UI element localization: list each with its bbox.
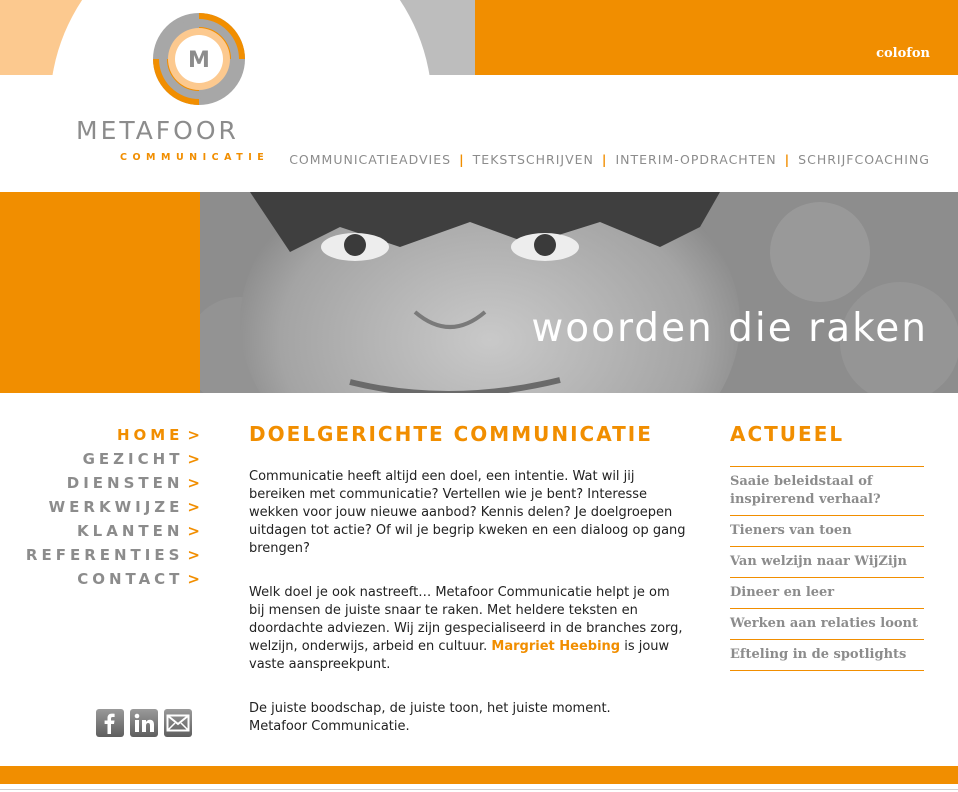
nav-item-referenties[interactable]: REFERENTIES > bbox=[0, 546, 200, 570]
top-nav-separator: | bbox=[784, 152, 791, 167]
nav-item-werkwijze[interactable]: WERKWIJZE > bbox=[0, 498, 200, 522]
social-links bbox=[96, 709, 192, 737]
nav-item-label: HOME bbox=[116, 426, 184, 444]
colofon-link[interactable]: colofon bbox=[876, 46, 930, 61]
news-item[interactable]: Efteling in de spotlights bbox=[730, 639, 924, 671]
nav-arrow-icon: > bbox=[187, 498, 200, 516]
facebook-button[interactable] bbox=[96, 709, 124, 737]
hero-banner: woorden die raken bbox=[0, 192, 958, 393]
top-navigation: COMMUNICATIEADVIES | TEKSTSCHRIJVEN | IN… bbox=[289, 152, 930, 167]
hero-face-illustration bbox=[200, 192, 958, 393]
news-title: ACTUEEL bbox=[730, 422, 845, 446]
hero-tagline: woorden die raken bbox=[531, 306, 928, 351]
intro-paragraph: Communicatie heeft altijd een doel, een … bbox=[249, 469, 686, 556]
nav-arrow-icon: > bbox=[187, 546, 200, 564]
nav-item-label: REFERENTIES bbox=[25, 546, 184, 564]
top-nav-separator: | bbox=[601, 152, 608, 167]
page-title: DOELGERICHTE COMMUNICATIE bbox=[249, 422, 653, 446]
top-nav-communicatieadvies[interactable]: COMMUNICATIEADVIES bbox=[289, 152, 451, 167]
logo-letter: M bbox=[188, 48, 210, 73]
top-nav-separator: | bbox=[459, 152, 465, 167]
mail-button[interactable] bbox=[164, 709, 192, 737]
nav-item-label: DIENSTEN bbox=[66, 474, 184, 492]
main-navigation: HOME > GEZICHT > DIENSTEN > WERKWIJZE > KLAN… bbox=[0, 426, 200, 594]
top-nav-interim-opdrachten[interactable]: INTERIM-OPDRACHTEN bbox=[615, 152, 776, 167]
header-band-orange bbox=[475, 0, 958, 75]
main-content: DOELGERICHTE COMMUNICATIE Communicatie h… bbox=[249, 420, 689, 762]
footer-divider bbox=[0, 789, 958, 790]
nav-item-home[interactable]: HOME > bbox=[0, 426, 200, 450]
top-nav-schrijfcoaching[interactable]: SCHRIJFCOACHING bbox=[798, 152, 930, 167]
news-item[interactable]: Tieners van toen bbox=[730, 515, 924, 546]
nav-arrow-icon: > bbox=[187, 426, 200, 444]
closing-paragraph: De juiste boodschap, de juiste toon, het… bbox=[249, 700, 689, 736]
nav-arrow-icon: > bbox=[187, 474, 200, 492]
top-nav-tekstschrijven[interactable]: TEKSTSCHRIJVEN bbox=[473, 152, 594, 167]
nav-item-label: WERKWIJZE bbox=[48, 498, 184, 516]
nav-item-diensten[interactable]: DIENSTEN > bbox=[0, 474, 200, 498]
header-banner bbox=[0, 0, 958, 75]
logo-subtitle: COMMUNICATIE bbox=[120, 152, 270, 163]
services-paragraph: Welk doel je ook nastreeft… Metafoor Com… bbox=[249, 584, 689, 674]
hero-orange-block bbox=[0, 192, 200, 393]
metafoor-logo-icon[interactable]: M bbox=[152, 12, 246, 106]
logo-name: METAFOOR bbox=[76, 116, 239, 145]
news-item[interactable]: Werken aan relaties loont bbox=[730, 608, 924, 639]
news-sidebar: ACTUEEL Saaie beleidstaal of inspirerend… bbox=[730, 420, 924, 671]
nav-item-gezicht[interactable]: GEZICHT > bbox=[0, 450, 200, 474]
nav-arrow-icon: > bbox=[187, 522, 200, 540]
linkedin-button[interactable] bbox=[130, 709, 158, 737]
closing-line-1: De juiste boodschap, de juiste toon, het… bbox=[249, 701, 611, 716]
nav-arrow-icon: > bbox=[187, 450, 200, 468]
nav-arrow-icon: > bbox=[187, 570, 200, 588]
nav-item-contact[interactable]: CONTACT > bbox=[0, 570, 200, 594]
facebook-icon bbox=[104, 713, 115, 734]
news-item[interactable]: Dineer en leer bbox=[730, 577, 924, 608]
news-item[interactable]: Saaie beleidstaal of inspirerend verhaal… bbox=[730, 466, 924, 515]
closing-line-2: Metafoor Communicatie. bbox=[249, 719, 410, 734]
mail-icon bbox=[166, 714, 190, 732]
nav-item-label: GEZICHT bbox=[82, 450, 184, 468]
footer-bar bbox=[0, 766, 958, 784]
linkedin-icon bbox=[134, 713, 154, 732]
news-item[interactable]: Van welzijn naar WijZijn bbox=[730, 546, 924, 577]
nav-item-klanten[interactable]: KLANTEN > bbox=[0, 522, 200, 546]
news-list: Saaie beleidstaal of inspirerend verhaal… bbox=[730, 466, 924, 671]
hero-photo: woorden die raken bbox=[200, 192, 958, 393]
nav-item-label: CONTACT bbox=[77, 570, 184, 588]
contact-person-link[interactable]: Margriet Heebing bbox=[491, 639, 620, 654]
nav-item-label: KLANTEN bbox=[77, 522, 184, 540]
